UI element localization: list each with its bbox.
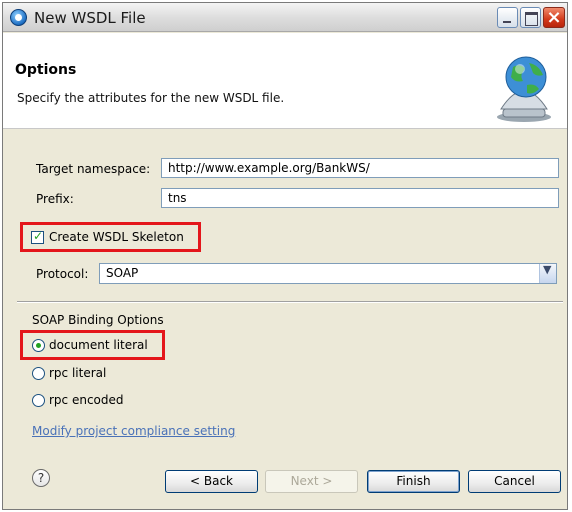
radio-label: rpc encoded [49, 393, 124, 407]
form-area: Target namespace: http://www.example.org… [3, 130, 567, 438]
wsdl-app-icon [10, 9, 27, 26]
page-description: Specify the attributes for the new WSDL … [17, 91, 285, 105]
globe-service-bell-icon [497, 56, 551, 122]
back-button[interactable]: < Back [165, 470, 258, 493]
target-namespace-label: Target namespace: [36, 162, 151, 176]
close-button[interactable]: × [543, 7, 565, 28]
window-title: New WSDL File [34, 9, 146, 27]
help-icon[interactable]: ? [32, 469, 50, 487]
new-wsdl-file-dialog: New WSDL File × Options Specify the attr… [2, 2, 568, 510]
button-bar: ? < Back Next > Finish Cancel [3, 459, 567, 509]
radio-button[interactable] [32, 394, 45, 407]
prefix-label: Prefix: [36, 192, 74, 206]
modify-compliance-link[interactable]: Modify project compliance setting [32, 424, 235, 438]
finish-button[interactable]: Finish [367, 470, 460, 493]
target-namespace-field[interactable]: http://www.example.org/BankWS/ [161, 158, 559, 178]
protocol-selected-value: SOAP [106, 266, 139, 280]
cancel-button[interactable]: Cancel [468, 470, 561, 493]
close-icon: × [546, 7, 562, 28]
protocol-select[interactable]: SOAP ▼ [99, 263, 557, 284]
radio-label: rpc literal [49, 366, 107, 380]
maximize-button[interactable] [520, 7, 541, 28]
highlight-box-skeleton [20, 222, 201, 252]
wizard-header: Options Specify the attributes for the n… [3, 33, 567, 129]
section-divider [17, 301, 563, 303]
dropdown-arrow-button[interactable]: ▼ [539, 263, 556, 283]
page-title: Options [15, 62, 77, 78]
soap-binding-group-label: SOAP Binding Options [32, 313, 164, 327]
chevron-down-icon: ▼ [543, 263, 552, 276]
highlight-box-document-literal [20, 330, 165, 360]
next-button[interactable]: Next > [265, 470, 358, 493]
protocol-label: Protocol: [36, 267, 89, 281]
prefix-field[interactable]: tns [161, 188, 559, 208]
title-bar[interactable]: New WSDL File × [3, 3, 567, 32]
minimize-button[interactable] [497, 7, 518, 28]
radio-button[interactable] [32, 367, 45, 380]
